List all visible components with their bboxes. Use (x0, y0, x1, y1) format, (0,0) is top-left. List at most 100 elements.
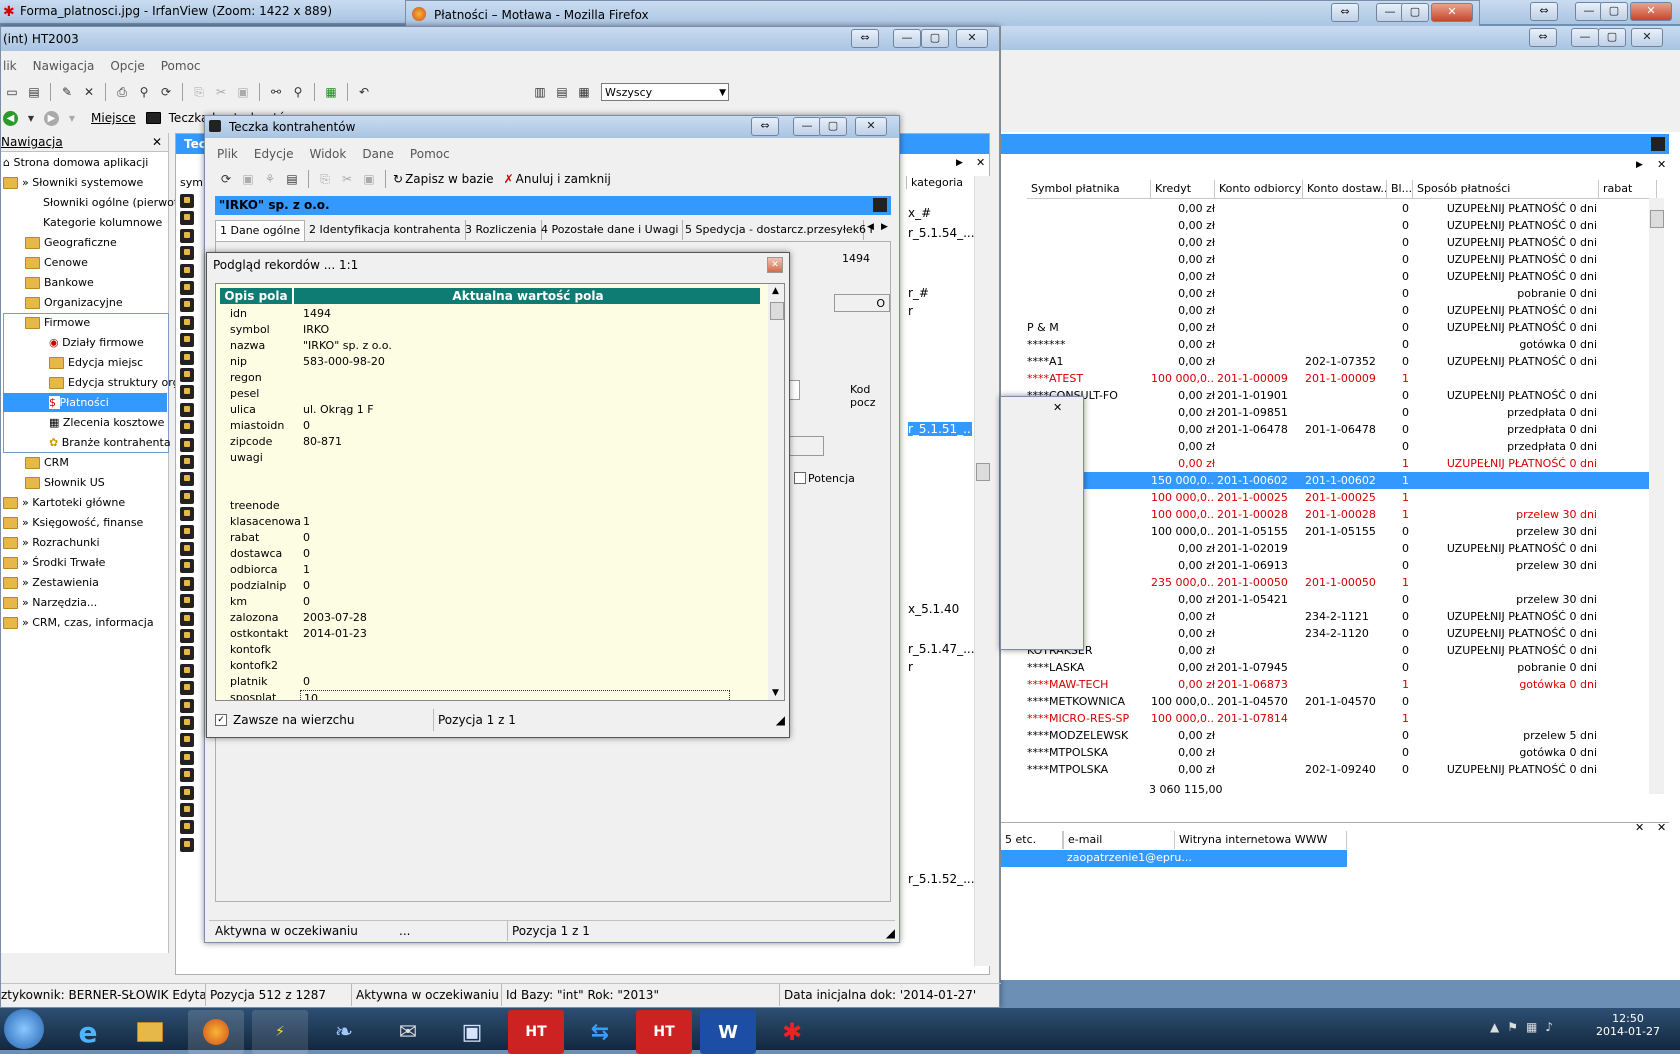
always-on-top-checkbox[interactable]: ✓ (215, 714, 227, 726)
paste-icon[interactable]: ▣ (234, 83, 252, 101)
taskbar-word[interactable]: W (700, 1010, 756, 1054)
background-window-titlebar[interactable]: ⇔ — ▢ ✕ (1480, 0, 1680, 24)
teczka-menu-plik[interactable]: Plik (217, 147, 238, 161)
nav-platnosci[interactable]: $ Płatności (3, 393, 167, 412)
table-row[interactable]: 0,00 zł 0 przedpłata 0 dni (1027, 438, 1657, 455)
nav-dzialy-firmowe[interactable]: ◉ Działy firmowe (49, 333, 144, 352)
firefox-close-button[interactable]: ✕ (1431, 3, 1473, 22)
tree-icon[interactable]: ⚘ (261, 170, 279, 188)
nav-ksiegowosc[interactable]: » Księgowość, finanse (3, 513, 143, 532)
table-row[interactable]: 235 000,0... 201-1-00050 201-1-00050 1 (1027, 574, 1657, 591)
forward-dropdown-icon[interactable]: ▼ (63, 109, 81, 127)
ht2003-minimize-button[interactable]: — (893, 29, 921, 48)
export-icon[interactable]: ▦ (322, 83, 340, 101)
list-col-kategoria[interactable]: kategoria (906, 176, 975, 189)
copy-icon[interactable]: ⎘ (190, 83, 208, 101)
tab-scroll-left-icon[interactable]: ◀ (867, 222, 874, 232)
col-sposob-platnosci[interactable]: Sposób płatności (1413, 180, 1599, 198)
teczka-menu-edycje[interactable]: Edycje (254, 147, 294, 161)
record-field-row[interactable]: nip 583-000-98-20 (220, 354, 760, 370)
scroll-down-icon[interactable]: ▼ (772, 688, 779, 698)
table-row[interactable]: B.P0,00 zł201-1-054210przelew 30 dni (1027, 591, 1657, 608)
table-row[interactable]: ****MAW-TECH 0,00 zł 201-1-06873 1 gotówka 0… (1027, 676, 1657, 693)
ht2003-restore-button[interactable]: ⇔ (851, 29, 879, 48)
start-button[interactable] (4, 1009, 44, 1049)
payments-window-titlebar[interactable]: ⇔ — ▢ ✕ (1001, 26, 1680, 50)
table-row[interactable]: ****MTPOLSKA 0,00 zł 0 gotówka 0 dni (1027, 744, 1657, 761)
col-blokada[interactable]: Bl... (1387, 180, 1413, 198)
menu-pomoc[interactable]: Pomoc (161, 59, 201, 73)
col-konto-odbiorcy[interactable]: Konto odbiorcy (1215, 180, 1303, 198)
tab-rozliczenia[interactable]: 3 Rozliczenia (461, 220, 542, 240)
detail-close-icon[interactable]: ✕ (1635, 821, 1644, 834)
record-preview-close-button[interactable]: ✕ (767, 257, 783, 273)
refresh-icon[interactable]: ⟳ (157, 83, 175, 101)
taskbar-mail-app[interactable]: ✉ (380, 1010, 436, 1054)
new-icon[interactable]: ▭ (3, 83, 21, 101)
taskbar-dolphin-app[interactable]: ❧ (316, 1010, 372, 1054)
paste-icon[interactable]: ▣ (360, 170, 378, 188)
filter-select[interactable]: Wszyscy ▼ (601, 83, 729, 101)
table-row[interactable]: A APTEC...0,00 zł201-1-098510przedpłata … (1027, 404, 1657, 421)
record-field-row[interactable]: uwagi (220, 450, 760, 466)
table-row[interactable]: KOTRAKSER 0,00 zł 0 UZUPEŁNIJ PŁATNOŚĆ 0 dn… (1027, 642, 1657, 659)
nav-slownik-us[interactable]: Słownik US (25, 473, 105, 492)
tab-identyfikacja[interactable]: 2 Identyfikacja kontrahenta (305, 220, 466, 240)
record-preview-scrollbar[interactable]: ▲ ▼ (768, 284, 784, 700)
record-field-row[interactable]: regon (220, 370, 760, 386)
menu-plik[interactable]: lik (3, 59, 17, 73)
record-field-row[interactable]: klasacenowa 1 (220, 514, 760, 530)
taskbar-internet-explorer[interactable]: e (60, 1010, 116, 1054)
delete-icon[interactable]: ✕ (80, 83, 98, 101)
teczka-menu-widok[interactable]: Widok (309, 147, 346, 161)
ht2003-close-button[interactable]: ✕ (956, 29, 988, 48)
table-row[interactable]: /S0,00 zł201-1-020190UZUPEŁNIJ PŁATNOŚĆ … (1027, 540, 1657, 557)
payments-minimize-button[interactable]: — (1571, 28, 1599, 47)
record-field-row[interactable]: kontofk2 (220, 658, 760, 674)
record-field-row[interactable]: podzialnip 0 (220, 578, 760, 594)
nav-zlecenia-kosztowe[interactable]: ▦ Zlecenia kosztowe (49, 413, 164, 432)
volume-icon[interactable]: ♪ (1545, 1020, 1553, 1034)
teczka-menu-pomoc[interactable]: Pomoc (410, 147, 450, 161)
tab-pozostale[interactable]: 4 Pozostałe dane i Uwagi (537, 220, 684, 240)
taskbar-ht-app[interactable]: HT (508, 1010, 564, 1054)
nav-firmowe[interactable]: Firmowe (25, 313, 90, 332)
record-field-row[interactable]: rabat 0 (220, 530, 760, 546)
nav-srodki-trwale[interactable]: » Środki Trwałe (3, 553, 105, 572)
tray-expand-icon[interactable]: ▲ (1490, 1020, 1499, 1034)
record-field-row[interactable]: idn 1494 (220, 306, 760, 322)
table-row[interactable]: ****ATEST 100 000,0... 201-1-00009 201-1-00… (1027, 370, 1657, 387)
firefox-titlebar[interactable]: Płatności – Motława - Mozilla Firefox ⇔ … (405, 0, 1480, 28)
record-field-row[interactable] (220, 466, 760, 482)
menu-opcje[interactable]: Opcje (110, 59, 144, 73)
nav-kategorie-kolumnowe[interactable]: Kategorie kolumnowe (43, 213, 162, 232)
table-row[interactable]: ******* 0,00 zł 0 gotówka 0 dni (1027, 336, 1657, 353)
copy-icon[interactable]: ⎘ (316, 170, 334, 188)
detail-close-icon-2[interactable]: ✕ (1657, 821, 1666, 834)
detail-col-etc[interactable]: 5 etc. (1001, 831, 1063, 849)
col-opis-pola[interactable]: Opis pola (220, 288, 294, 304)
cancel-close-button[interactable]: ✗ Anuluj i zamknij (504, 172, 611, 186)
teczka-maximize-button[interactable]: ▢ (819, 117, 847, 136)
edit-icon[interactable]: ✎ (58, 83, 76, 101)
record-field-row[interactable]: kontofk (220, 642, 760, 658)
record-field-row[interactable]: ulica ul. Okrąg 1 F (220, 402, 760, 418)
refresh-icon[interactable]: ⟳ (217, 170, 235, 188)
table-row[interactable]: ****METKOWNICA 100 000,0... 201-1-04570 201… (1027, 693, 1657, 710)
list-close-icon[interactable]: ✕ (976, 156, 985, 169)
cut-icon[interactable]: ✂ (338, 170, 356, 188)
record-field-row[interactable]: odbiorca 1 (220, 562, 760, 578)
table-row[interactable]: 100 000,0... 201-1-00028 201-1-00028 1 przel… (1027, 506, 1657, 523)
table-row[interactable]: ****A1 0,00 zł 202-1-07352 0 UZUPEŁNIJ PŁATN… (1027, 353, 1657, 370)
table-row[interactable]: 0,00 zł 0 UZUPEŁNIJ PŁATNOŚĆ 0 dni (1027, 302, 1657, 319)
payments-vertical-scrollbar[interactable] (1649, 198, 1664, 794)
irfanview-titlebar[interactable]: ✱ Forma_platnosci.jpg - IrfanView (Zoom:… (0, 0, 410, 24)
nav-crm[interactable]: CRM (25, 453, 69, 472)
nav-zestawienia[interactable]: » Zestawienia (3, 573, 99, 592)
table-row[interactable]: 0,00 zł 201-1-06913 0 przelew 30 dni (1027, 557, 1657, 574)
taskbar-floppy-app[interactable]: ▣ (444, 1010, 500, 1054)
table-row[interactable]: ****LASKA 0,00 zł 201-1-07945 0 pobranie 0 d… (1027, 659, 1657, 676)
nav-organizacyjne[interactable]: Organizacyjne (25, 293, 123, 312)
record-field-row[interactable]: miastoidn 0 (220, 418, 760, 434)
table-row[interactable]: ****MTPOLSKA 0,00 zł 202-1-09240 0 UZUPEŁNIJ… (1027, 761, 1657, 778)
